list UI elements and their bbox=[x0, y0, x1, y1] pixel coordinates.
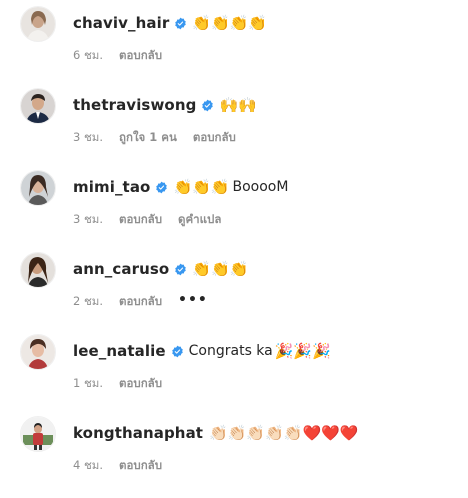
comment-meta: 3 ชม. ถูกใจ 1 คน ตอบกลับ bbox=[73, 129, 252, 147]
comment-line: chaviv_hair 👏👏👏👏 bbox=[73, 12, 267, 34]
see-translation-button[interactable]: ดูคำแปล bbox=[178, 211, 221, 229]
username-link[interactable]: kongthanaphat bbox=[73, 424, 203, 442]
clapping-hands-emoji: 👏👏👏 bbox=[173, 177, 230, 196]
avatar[interactable] bbox=[20, 170, 56, 206]
reply-button[interactable]: ตอบกลับ bbox=[119, 293, 162, 311]
clapping-hands-heart-emoji: 👏🏻👏🏻👏🏻👏🏻👏🏻❤️❤️❤️ bbox=[209, 423, 359, 442]
timestamp[interactable]: 3 ชม. bbox=[73, 211, 103, 229]
verified-badge-icon bbox=[174, 263, 187, 276]
reply-button[interactable]: ตอบกลับ bbox=[193, 129, 236, 147]
reply-button[interactable]: ตอบกลับ bbox=[119, 375, 162, 393]
timestamp[interactable]: 6 ชม. bbox=[73, 47, 103, 65]
username-link[interactable]: thetraviswong bbox=[73, 96, 196, 114]
avatar[interactable] bbox=[20, 334, 56, 370]
username-link[interactable]: lee_natalie bbox=[73, 342, 166, 360]
comment-line: lee_natalie Congrats ka 🎉🎉🎉 bbox=[73, 340, 331, 362]
comment-meta: 6 ชม. ตอบกลับ bbox=[73, 47, 178, 65]
party-popper-emoji: 🎉🎉🎉 bbox=[274, 341, 331, 360]
avatar[interactable] bbox=[20, 252, 56, 288]
verified-badge-icon bbox=[155, 181, 168, 194]
reply-button[interactable]: ตอบกลับ bbox=[119, 211, 162, 229]
verified-badge-icon bbox=[201, 99, 214, 112]
profile-photo-icon bbox=[21, 335, 55, 369]
profile-photo-icon bbox=[21, 7, 55, 41]
verified-badge-icon bbox=[174, 17, 187, 30]
profile-photo-icon bbox=[21, 253, 55, 287]
comment-item: kongthanaphat 👏🏻👏🏻👏🏻👏🏻👏🏻❤️❤️❤️ 4 ชม. ตอบ… bbox=[0, 416, 468, 498]
likes-count-button[interactable]: ถูกใจ 1 คน bbox=[119, 129, 177, 147]
comment-meta: 3 ชม. ตอบกลับ ดูคำแปล bbox=[73, 211, 237, 229]
reply-button[interactable]: ตอบกลับ bbox=[119, 47, 162, 65]
raising-hands-emoji: 🙌🙌 bbox=[219, 95, 257, 114]
profile-photo-icon bbox=[21, 89, 55, 123]
username-link[interactable]: chaviv_hair bbox=[73, 14, 169, 32]
comment-line: ann_caruso 👏👏👏 bbox=[73, 258, 248, 280]
timestamp[interactable]: 4 ชม. bbox=[73, 457, 103, 475]
timestamp[interactable]: 3 ชม. bbox=[73, 129, 103, 147]
verified-badge-icon bbox=[171, 345, 184, 358]
clapping-hands-emoji: 👏👏👏 bbox=[192, 259, 249, 278]
comment-line: thetraviswong 🙌🙌 bbox=[73, 94, 257, 116]
timestamp[interactable]: 1 ชม. bbox=[73, 375, 103, 393]
timestamp[interactable]: 2 ชม. bbox=[73, 293, 103, 311]
comment-meta: 1 ชม. ตอบกลับ bbox=[73, 375, 178, 393]
comment-meta: 2 ชม. ตอบกลับ ••• bbox=[73, 292, 208, 311]
comment-item: lee_natalie Congrats ka 🎉🎉🎉 1 ชม. ตอบกลั… bbox=[0, 334, 468, 416]
comment-line: mimi_tao 👏👏👏 BooooM bbox=[73, 176, 288, 198]
username-link[interactable]: ann_caruso bbox=[73, 260, 169, 278]
comment-item: thetraviswong 🙌🙌 3 ชม. ถูกใจ 1 คน ตอบกลั… bbox=[0, 88, 468, 170]
comment-text: Congrats ka bbox=[188, 343, 273, 359]
more-options-icon[interactable]: ••• bbox=[178, 292, 208, 308]
comment-meta: 4 ชม. ตอบกลับ bbox=[73, 457, 178, 475]
reply-button[interactable]: ตอบกลับ bbox=[119, 457, 162, 475]
comment-text: BooooM bbox=[232, 179, 289, 195]
comment-item: mimi_tao 👏👏👏 BooooM 3 ชม. ตอบกลับ ดูคำแป… bbox=[0, 170, 468, 252]
clapping-hands-emoji: 👏👏👏👏 bbox=[192, 13, 268, 32]
avatar[interactable] bbox=[20, 6, 56, 42]
comment-item: ann_caruso 👏👏👏 2 ชม. ตอบกลับ ••• bbox=[0, 252, 468, 334]
comment-line: kongthanaphat 👏🏻👏🏻👏🏻👏🏻👏🏻❤️❤️❤️ bbox=[73, 422, 359, 444]
comment-item: chaviv_hair 👏👏👏👏 6 ชม. ตอบกลับ bbox=[0, 6, 468, 88]
profile-photo-icon bbox=[21, 417, 55, 451]
profile-photo-icon bbox=[21, 171, 55, 205]
avatar[interactable] bbox=[20, 88, 56, 124]
username-link[interactable]: mimi_tao bbox=[73, 178, 150, 196]
avatar[interactable] bbox=[20, 416, 56, 452]
